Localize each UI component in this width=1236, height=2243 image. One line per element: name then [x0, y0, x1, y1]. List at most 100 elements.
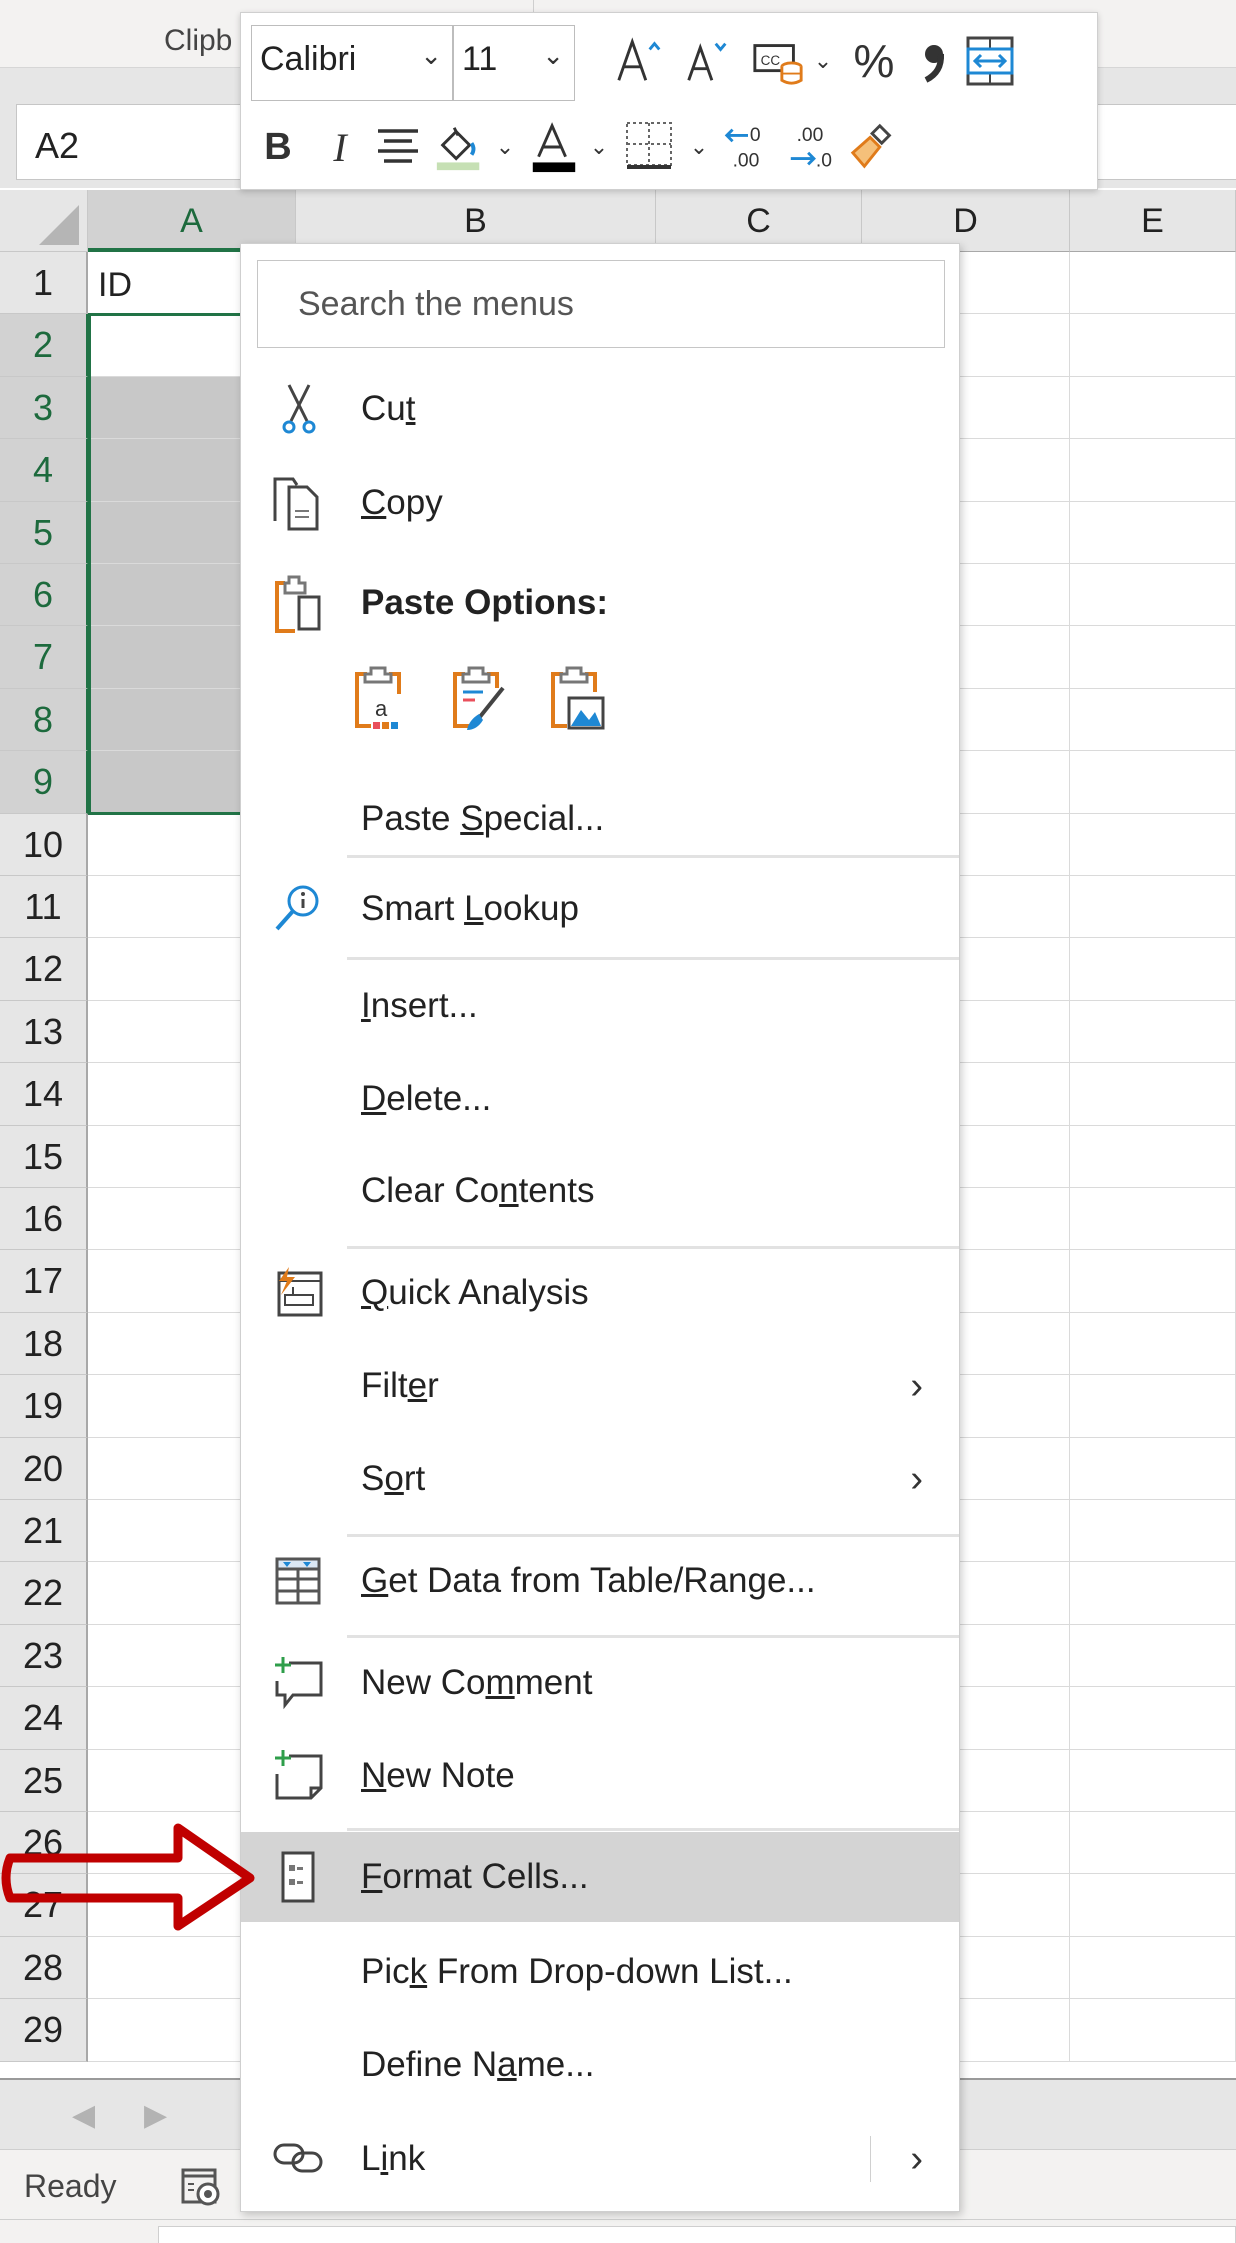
row-header-20[interactable]: 20	[0, 1437, 88, 1500]
cell-e8[interactable]	[1070, 688, 1236, 752]
menu-item-copy[interactable]: Copy	[241, 458, 959, 548]
cell-e13[interactable]	[1070, 1000, 1236, 1064]
fill-color-button[interactable]	[433, 117, 487, 177]
borders-dropdown[interactable]: ⌄	[687, 117, 711, 177]
menu-item-get-data[interactable]: Get Data from Table/Range...	[241, 1536, 959, 1626]
cell-e16[interactable]	[1070, 1188, 1236, 1251]
borders-button[interactable]	[623, 117, 677, 177]
row-header-12[interactable]: 12	[0, 938, 88, 1001]
row-header-18[interactable]: 18	[0, 1312, 88, 1376]
row-header-8[interactable]: 8	[0, 688, 88, 752]
merge-and-center-button[interactable]	[963, 31, 1017, 91]
menu-item-sort[interactable]: Sort ›	[241, 1434, 959, 1524]
paste-keep-source-icon[interactable]: a	[351, 664, 411, 734]
menu-item-paste-special[interactable]: Paste Special...	[241, 774, 959, 864]
cell-e5[interactable]	[1070, 501, 1236, 564]
accounting-format-dropdown[interactable]: ⌄	[811, 31, 835, 91]
cell-e23[interactable]	[1070, 1624, 1236, 1688]
row-header-1[interactable]: 1	[0, 252, 88, 315]
row-header-19[interactable]: 19	[0, 1375, 88, 1438]
menu-item-define-name[interactable]: Define Name...	[241, 2020, 959, 2110]
row-header-10[interactable]: 10	[0, 813, 88, 876]
menu-item-format-cells[interactable]: Format Cells...	[241, 1832, 959, 1922]
cell-e19[interactable]	[1070, 1375, 1236, 1438]
cell-e10[interactable]	[1070, 813, 1236, 876]
chevron-down-icon[interactable]: ⌄	[420, 40, 442, 71]
row-header-21[interactable]: 21	[0, 1500, 88, 1563]
row-header-17[interactable]: 17	[0, 1250, 88, 1313]
menu-item-filter[interactable]: Filter ›	[241, 1341, 959, 1431]
font-color-button[interactable]	[527, 117, 581, 177]
submenu-chevron-icon[interactable]: ›	[910, 2138, 923, 2181]
row-header-4[interactable]: 4	[0, 439, 88, 502]
sheet-scroll-left-icon[interactable]: ◀	[72, 2098, 95, 2133]
row-header-14[interactable]: 14	[0, 1063, 88, 1126]
row-header-7[interactable]: 7	[0, 626, 88, 689]
row-header-3[interactable]: 3	[0, 376, 88, 440]
row-header-2[interactable]: 2	[0, 314, 88, 377]
cell-e24[interactable]	[1070, 1687, 1236, 1750]
accessibility-checker-icon[interactable]	[180, 2164, 224, 2208]
chevron-down-icon[interactable]: ⌄	[542, 40, 564, 71]
menu-item-link[interactable]: Link ›	[241, 2114, 959, 2204]
font-color-dropdown[interactable]: ⌄	[587, 117, 611, 177]
increase-decimal-button[interactable]: .00 .0	[785, 117, 839, 177]
cell-e17[interactable]	[1070, 1250, 1236, 1313]
menu-item-delete[interactable]: Delete...	[241, 1054, 959, 1144]
cell-e22[interactable]	[1070, 1562, 1236, 1625]
row-header-9[interactable]: 9	[0, 751, 88, 814]
font-size-combo[interactable]: 11 ⌄	[453, 25, 575, 101]
cell-e9[interactable]	[1070, 751, 1236, 814]
decrease-font-size-button[interactable]	[681, 31, 735, 91]
row-header-6[interactable]: 6	[0, 564, 88, 627]
row-header-5[interactable]: 5	[0, 501, 88, 564]
select-all-button[interactable]	[0, 190, 88, 252]
row-header-23[interactable]: 23	[0, 1624, 88, 1688]
formula-input[interactable]	[1097, 104, 1236, 180]
accounting-format-button[interactable]: CC	[751, 31, 805, 91]
row-header-15[interactable]: 15	[0, 1125, 88, 1188]
row-header-27[interactable]: 27	[0, 1874, 88, 1937]
menu-item-new-comment[interactable]: New Comment	[241, 1638, 959, 1728]
row-header-24[interactable]: 24	[0, 1687, 88, 1750]
cell-e21[interactable]	[1070, 1500, 1236, 1563]
cell-e4[interactable]	[1070, 439, 1236, 502]
decrease-decimal-button[interactable]: 0 .00	[721, 117, 775, 177]
cell-e3[interactable]	[1070, 376, 1236, 440]
sheet-scroll-right-icon[interactable]: ▶	[144, 2098, 167, 2133]
cell-e27[interactable]	[1070, 1874, 1236, 1937]
cell-e2[interactable]	[1070, 314, 1236, 377]
row-header-29[interactable]: 29	[0, 1999, 88, 2062]
row-header-28[interactable]: 28	[0, 1936, 88, 2000]
row-header-22[interactable]: 22	[0, 1562, 88, 1625]
row-header-26[interactable]: 26	[0, 1812, 88, 1875]
cell-e18[interactable]	[1070, 1312, 1236, 1376]
cell-e6[interactable]	[1070, 564, 1236, 627]
cell-e29[interactable]	[1070, 1999, 1236, 2062]
cell-e15[interactable]	[1070, 1125, 1236, 1188]
comma-style-button[interactable]	[907, 31, 961, 91]
cell-e7[interactable]	[1070, 626, 1236, 689]
cell-e20[interactable]	[1070, 1437, 1236, 1500]
cell-e11[interactable]	[1070, 876, 1236, 939]
italic-button[interactable]: I	[313, 117, 367, 177]
paste-picture-icon[interactable]	[547, 664, 607, 734]
format-painter-button[interactable]	[847, 117, 901, 177]
menu-item-new-note[interactable]: New Note	[241, 1731, 959, 1821]
name-box[interactable]: A2	[16, 104, 276, 180]
column-header-e[interactable]: E	[1070, 190, 1236, 252]
cell-e28[interactable]	[1070, 1936, 1236, 2000]
menu-item-clear-contents[interactable]: Clear Contents	[241, 1146, 959, 1236]
cell-e26[interactable]	[1070, 1812, 1236, 1875]
cell-e25[interactable]	[1070, 1749, 1236, 1812]
menu-item-pick-from-list[interactable]: Pick From Drop-down List...	[241, 1927, 959, 2017]
font-name-combo[interactable]: Calibri ⌄	[251, 25, 453, 101]
cell-e12[interactable]	[1070, 938, 1236, 1001]
paste-formatting-icon[interactable]	[449, 664, 509, 734]
row-header-13[interactable]: 13	[0, 1000, 88, 1064]
percent-style-button[interactable]: %	[847, 31, 901, 91]
row-header-16[interactable]: 16	[0, 1188, 88, 1251]
menu-item-quick-analysis[interactable]: Quick Analysis	[241, 1248, 959, 1338]
menu-item-smart-lookup[interactable]: Smart Lookup	[241, 864, 959, 954]
menu-item-insert[interactable]: Insert...	[241, 961, 959, 1051]
